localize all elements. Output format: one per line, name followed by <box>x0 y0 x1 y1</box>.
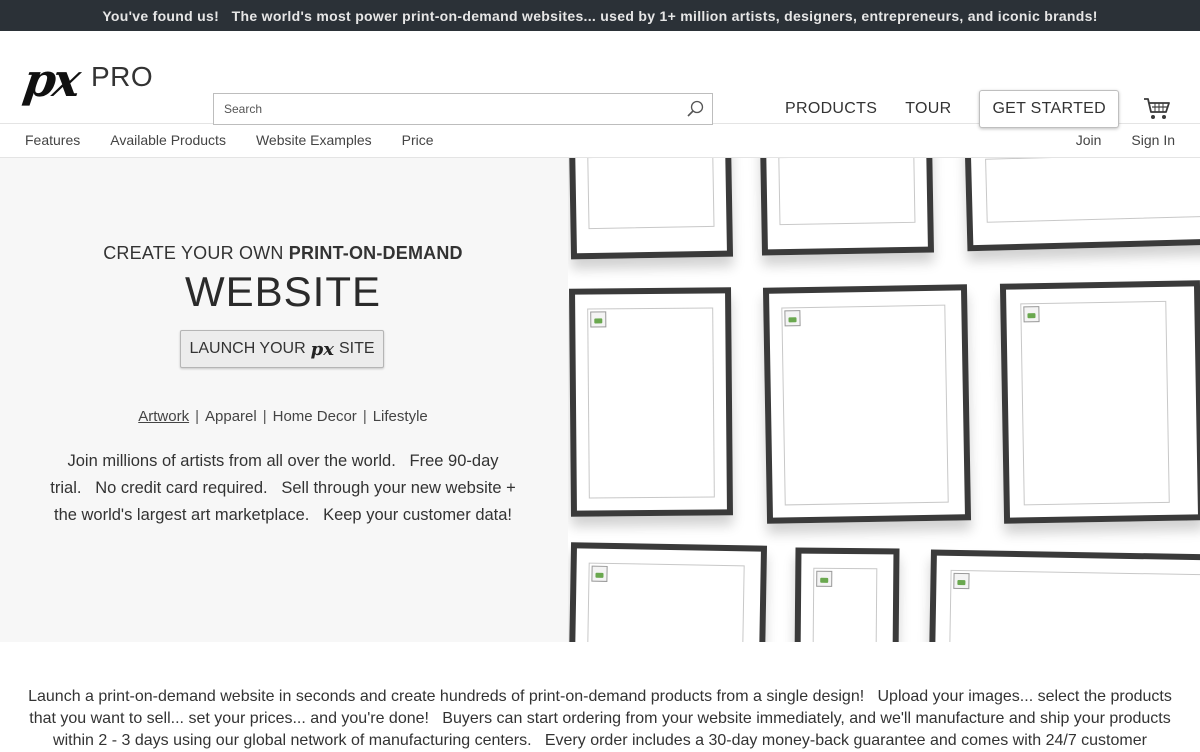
search-icon[interactable] <box>686 100 704 118</box>
frame-mat <box>812 567 878 642</box>
announcement-bar: You've found us! The world's most power … <box>0 0 1200 31</box>
broken-image-icon <box>591 565 608 582</box>
cart-icon[interactable] <box>1143 97 1171 121</box>
launch-site-button[interactable]: LAUNCH YOUR px SITE <box>180 330 384 368</box>
broken-image-icon <box>1023 306 1040 323</box>
gallery-frame[interactable] <box>999 280 1200 524</box>
category-apparel[interactable]: Apparel <box>203 408 259 425</box>
category-links: Artwork | Apparel | Home Decor | Lifesty… <box>0 408 566 425</box>
top-nav: PRODUCTS TOUR GET STARTED <box>785 90 1119 128</box>
nav-tour[interactable]: TOUR <box>905 100 951 118</box>
search-box <box>213 93 713 125</box>
subnav-price[interactable]: Price <box>402 132 434 148</box>
frame-mat <box>949 569 1200 642</box>
hero-heading-line2: WEBSITE <box>184 268 382 315</box>
frame-gallery <box>568 158 1200 642</box>
sub-nav: Features Available Products Website Exam… <box>0 124 1200 158</box>
announcement-text: You've found us! The world's most power … <box>102 7 1098 24</box>
frame-mat <box>587 562 745 642</box>
subnav-sign-in[interactable]: Sign In <box>1131 132 1175 148</box>
hero-heading-line1: CREATE YOUR OWN PRINT-ON-DEMAND <box>0 243 566 264</box>
hero-heading-bold: PRINT-ON-DEMAND <box>288 243 463 263</box>
broken-image-icon <box>953 572 970 590</box>
broken-image-icon <box>590 311 607 328</box>
gallery-frame[interactable] <box>568 542 768 642</box>
intro-paragraph: Launch a print-on-demand website in seco… <box>28 688 1177 749</box>
launch-px-mark: px <box>310 338 334 360</box>
frame-mat <box>587 307 715 499</box>
subnav-website-examples[interactable]: Website Examples <box>256 132 372 148</box>
logo-pro-text: PRO <box>91 61 154 92</box>
gallery-frame[interactable] <box>760 158 934 256</box>
get-started-button[interactable]: GET STARTED <box>979 90 1119 128</box>
category-lifestyle[interactable]: Lifestyle <box>371 408 430 425</box>
logo-px-mark: px <box>20 53 82 107</box>
gallery-frame[interactable] <box>568 158 734 260</box>
gallery-frame[interactable] <box>794 547 900 642</box>
frame-mat <box>781 304 949 506</box>
launch-prefix: LAUNCH YOUR <box>189 340 306 357</box>
category-separator: | <box>262 408 267 425</box>
hero-description: Join millions of artists from all over t… <box>50 452 521 524</box>
subnav-available-products[interactable]: Available Products <box>110 132 226 148</box>
gallery-frame[interactable] <box>762 284 972 524</box>
nav-products[interactable]: PRODUCTS <box>785 100 877 118</box>
hero-heading-prefix: CREATE YOUR OWN <box>103 243 289 263</box>
site-header: px PRO PRODUCTS TOUR GET STARTED <box>0 31 1200 128</box>
category-separator: | <box>362 408 367 425</box>
frame-mat <box>778 158 916 226</box>
hero-section: CREATE YOUR OWN PRINT-ON-DEMAND WEBSITE … <box>0 158 1200 642</box>
frame-mat <box>985 158 1200 223</box>
category-artwork[interactable]: Artwork <box>136 408 191 425</box>
subnav-features[interactable]: Features <box>25 132 80 148</box>
frame-mat <box>587 158 715 230</box>
hero-text-panel: CREATE YOUR OWN PRINT-ON-DEMAND WEBSITE … <box>0 158 568 642</box>
category-home-decor[interactable]: Home Decor <box>271 408 359 425</box>
launch-suffix: SITE <box>338 340 375 357</box>
broken-image-icon <box>784 310 801 327</box>
frame-mat <box>1020 300 1170 506</box>
broken-image-icon <box>816 570 833 587</box>
gallery-frame[interactable] <box>929 549 1200 642</box>
gallery-frame[interactable] <box>964 158 1200 252</box>
subnav-join[interactable]: Join <box>1076 132 1102 148</box>
gallery-frame[interactable] <box>569 287 733 517</box>
logo[interactable]: px PRO <box>20 53 164 107</box>
category-separator: | <box>195 408 199 425</box>
search-input[interactable] <box>214 94 674 124</box>
